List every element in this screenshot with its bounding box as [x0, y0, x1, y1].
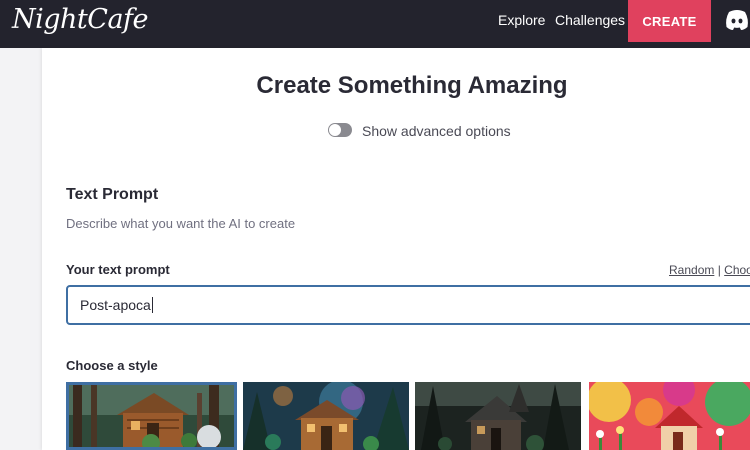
text-prompt-description: Describe what you want the AI to create — [66, 216, 296, 231]
nav-challenges-link[interactable]: Challenges — [555, 12, 625, 28]
style-thumbnail-cabin-forest[interactable] — [66, 382, 237, 450]
random-prompt-link[interactable]: Random — [669, 263, 714, 277]
text-prompt-heading: Text Prompt — [66, 186, 159, 203]
style-thumbnail-dark-cabin[interactable] — [415, 382, 581, 450]
advanced-options-label[interactable]: Show advanced options — [362, 123, 511, 139]
discord-icon[interactable] — [724, 8, 750, 32]
page-title: Create Something Amazing — [256, 72, 568, 99]
advanced-options-toggle[interactable] — [328, 123, 352, 137]
toggle-knob — [329, 124, 341, 136]
nightcafe-logo[interactable]: NightCafe — [12, 4, 149, 35]
nav-explore-link[interactable]: Explore — [498, 12, 545, 28]
style-thumbnail-cabin-glowing-night[interactable] — [243, 382, 409, 450]
choose-prompt-link[interactable]: Choose — [724, 263, 750, 277]
top-navbar: NightCafe Explore Challenges CREATE — [0, 0, 750, 48]
text-prompt-input[interactable]: Post-apoca — [66, 285, 750, 325]
prompt-links: Random | Choose — [669, 263, 750, 277]
create-button[interactable]: CREATE — [628, 0, 711, 42]
style-thumbnail-colorful-house[interactable] — [589, 382, 750, 450]
prompt-value: Post-apoca — [80, 297, 151, 313]
text-caret — [151, 297, 153, 313]
choose-style-label: Choose a style — [66, 358, 158, 373]
link-separator: | — [717, 263, 721, 277]
text-prompt-field-label: Your text prompt — [66, 262, 170, 277]
